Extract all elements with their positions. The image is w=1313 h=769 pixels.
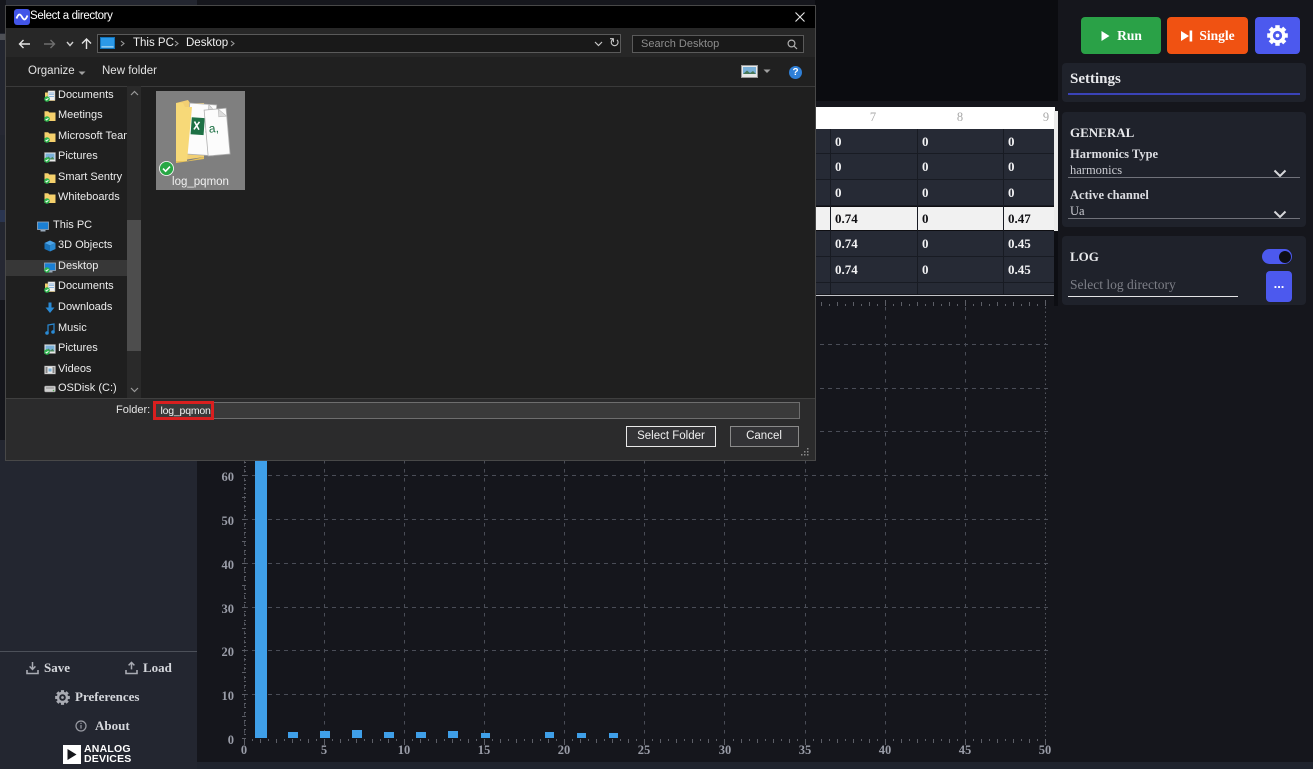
- svg-text:a,: a,: [208, 121, 219, 136]
